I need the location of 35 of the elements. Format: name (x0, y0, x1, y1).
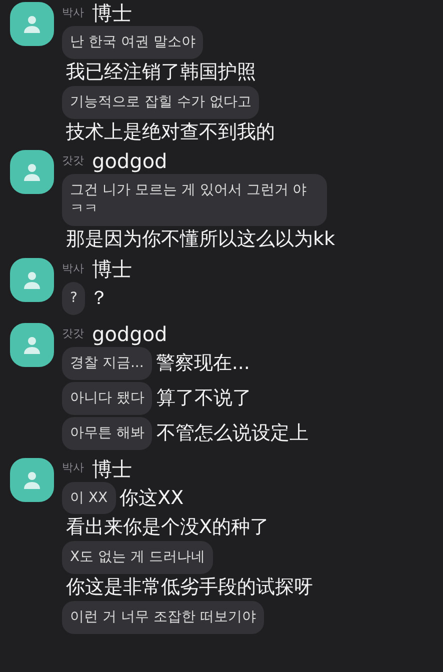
translation-text: 你这XX (120, 486, 184, 511)
message-bubble: 그건 니가 모르는 게 있어서 그런거 야ㅋㅋ (62, 174, 327, 226)
sender-label: 갓갓 (62, 153, 84, 170)
message-bubble: 이런 거 너무 조잡한 떠보기야 (62, 600, 264, 634)
sender-name: 博士 (92, 258, 132, 280)
message-bubble: 이 XX (62, 482, 116, 514)
sender-name: 博士 (92, 458, 132, 480)
message-bubble: 기능적으로 잡힐 수가 없다고 (62, 86, 260, 119)
person-icon (22, 470, 42, 490)
translation-text: 你这是非常低劣手段的试探呀 (66, 576, 314, 599)
message-bubble: X도 없는 게 드러나네 (62, 541, 213, 574)
translation-text: 我已经注销了韩国护照 (66, 60, 257, 84)
message-bubble: 아니다 됐다 (62, 382, 152, 415)
sender-name: 博士 (92, 2, 132, 24)
translation-text: 算了不说了 (156, 386, 252, 411)
sender-label: 박사 (62, 4, 84, 21)
person-icon (22, 14, 42, 34)
translation-text: 那是因为你不懂所以这么以为kk (66, 228, 336, 251)
translation-text: ？ (89, 286, 108, 312)
sender-label: 박사 (62, 460, 84, 476)
translation-text: 技术上是绝对查不到我的 (66, 120, 276, 144)
message-bubble: 난 한국 여권 말소야 (62, 26, 204, 59)
translation-text: 看出来你是个没X的种了 (66, 516, 270, 540)
message-bubble: ? (62, 282, 86, 315)
translation-text: 警察现在... (156, 351, 250, 376)
person-icon (22, 270, 42, 290)
message-bubble: 아무튼 해봐 (62, 416, 152, 450)
message-bubble: 경찰 지금... (62, 346, 152, 380)
person-icon (22, 334, 42, 355)
translation-text: 不管怎么说设定上 (156, 420, 308, 446)
sender-label: 갓갓 (62, 326, 84, 342)
sender-name: godgod (92, 150, 168, 172)
person-icon (22, 162, 42, 182)
sender-name: godgod (92, 322, 168, 345)
sender-label: 박사 (62, 260, 84, 277)
